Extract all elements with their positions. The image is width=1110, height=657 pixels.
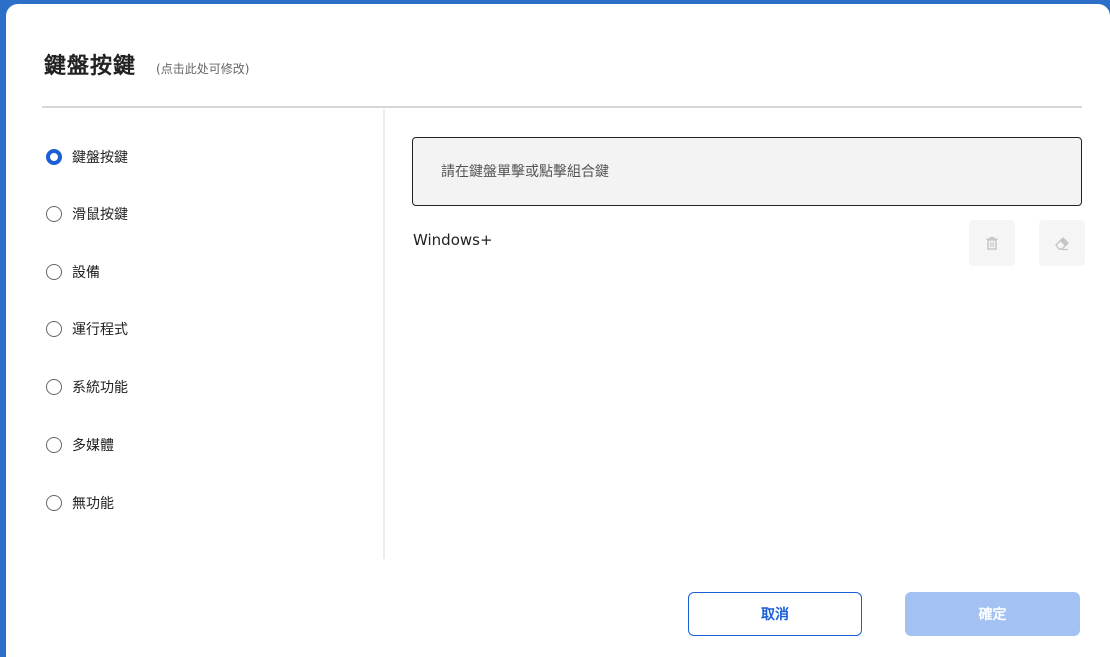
eraser-icon <box>1055 237 1069 251</box>
dialog-subtitle-hint[interactable]: (点击此处可修改) <box>156 60 249 77</box>
option-label: 運行程式 <box>72 322 128 338</box>
delete-button[interactable] <box>969 220 1015 266</box>
option-system-function[interactable]: 系統功能 <box>46 377 128 397</box>
dialog-title[interactable]: 鍵盤按鍵 <box>44 48 136 80</box>
radio-icon[interactable] <box>46 437 62 453</box>
option-keyboard-key[interactable]: 鍵盤按鍵 <box>46 147 128 167</box>
option-no-function[interactable]: 無功能 <box>46 493 114 513</box>
key-combination-text: Windows+ <box>413 231 493 249</box>
option-label: 系統功能 <box>72 380 128 396</box>
option-label: 設備 <box>72 265 100 281</box>
option-label: 鍵盤按鍵 <box>72 150 128 166</box>
option-label: 滑鼠按鍵 <box>72 207 128 223</box>
trash-icon <box>986 236 998 250</box>
option-device[interactable]: 設備 <box>46 262 100 282</box>
key-assignment-dialog: 鍵盤按鍵 (点击此处可修改) 鍵盤按鍵 滑鼠按鍵 設備 運行程式 系統功能 多媒… <box>6 4 1110 657</box>
cancel-button[interactable]: 取消 <box>688 592 862 636</box>
clear-button[interactable] <box>1039 220 1085 266</box>
radio-icon[interactable] <box>46 321 62 337</box>
option-run-program[interactable]: 運行程式 <box>46 319 128 339</box>
radio-icon[interactable] <box>46 495 62 511</box>
option-label: 多媒體 <box>72 438 114 454</box>
option-mouse-key[interactable]: 滑鼠按鍵 <box>46 204 128 224</box>
key-capture-input[interactable] <box>412 137 1082 206</box>
panel-divider <box>383 109 385 559</box>
radio-icon[interactable] <box>46 264 62 280</box>
radio-icon[interactable] <box>46 206 62 222</box>
radio-icon[interactable] <box>46 379 62 395</box>
title-row: 鍵盤按鍵 (点击此处可修改) <box>44 48 249 80</box>
option-multimedia[interactable]: 多媒體 <box>46 435 114 455</box>
confirm-button[interactable]: 確定 <box>905 592 1080 636</box>
title-divider <box>42 106 1082 108</box>
option-label: 無功能 <box>72 496 114 512</box>
radio-selected-icon[interactable] <box>46 149 62 165</box>
